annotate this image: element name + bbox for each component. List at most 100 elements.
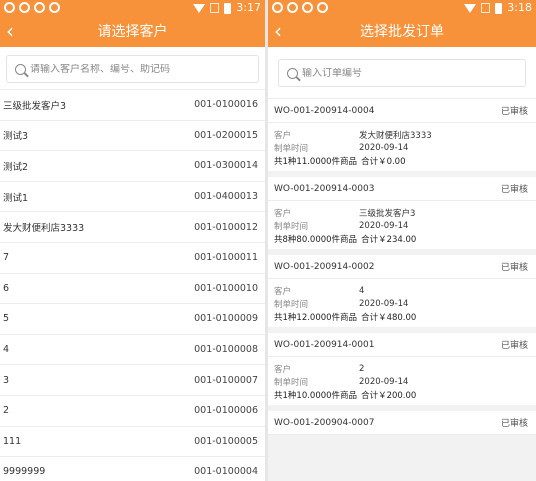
order-header: WO-001-200914-0002 已审核 [268, 255, 536, 279]
customer-code: 001-0100008 [194, 344, 258, 356]
date-label: 制单时间 [274, 143, 309, 154]
wifi-icon [193, 3, 206, 13]
order-card[interactable]: WO-001-200904-0007 已审核 [268, 411, 536, 435]
customer-list: 三级批发客户3 001-0100016 测试3 001-0200015 测试2 001-0… [0, 90, 265, 481]
order-number: WO-001-200914-0002 [274, 261, 375, 272]
order-number: WO-001-200914-0003 [274, 183, 375, 194]
order-search-input[interactable] [302, 67, 517, 79]
customer-row[interactable]: 7 001-0100011 [0, 243, 265, 274]
customer-name: 7 [3, 252, 10, 264]
order-date: 2020-09-14 [359, 142, 409, 153]
order-customer: 三级批发客户3 [359, 208, 416, 219]
order-total: 合计￥480.00 [361, 312, 417, 323]
customer-name: 5 [3, 313, 10, 325]
date-label: 制单时间 [274, 221, 309, 232]
order-date: 2020-09-14 [359, 298, 409, 309]
customer-row[interactable]: 3 001-0100007 [0, 365, 265, 396]
order-quantity: 共1种12.0000件商品 [274, 312, 358, 323]
order-card[interactable]: WO-001-200914-0001 已审核客户 2 制单时间 2020-09-14 共1… [268, 333, 536, 405]
order-total: 合计￥0.00 [361, 156, 406, 167]
app-header: ‹ 选择批发订单 [268, 17, 536, 47]
status-bar: 3:18 [268, 0, 536, 17]
order-details: 客户 三级批发客户3 制单时间 2020-09-14 共8种80.0000件商品 合计￥2… [268, 201, 536, 249]
customer-name: 测试3 [3, 131, 29, 143]
customer-row[interactable]: 三级批发客户3 001-0100016 [0, 90, 265, 121]
battery-icon [224, 2, 232, 14]
order-card[interactable]: WO-001-200914-0002 已审核 客户 4 制单时间 2020-09-14 共1… [268, 255, 536, 327]
notification-icon [272, 2, 283, 13]
customer-code: 001-0100007 [194, 374, 258, 386]
customer-row[interactable]: 测试1 001-0400013 [0, 182, 265, 213]
order-details: 客户 2 制单时间 2020-09-14 共1种10.0000件商品 合计￥200.00 [268, 357, 536, 405]
status-time: 3:18 [507, 1, 532, 14]
notification-icon [287, 2, 298, 13]
order-card[interactable]: WO-001-200914-0004 已审核 客户 发大财便利店3333 制单时间 202… [268, 99, 536, 171]
search-icon [15, 63, 26, 75]
signal-icon [481, 3, 491, 13]
order-card[interactable]: WO-001-200914-0003 已审核客户 三级批发客户3 制单时间 2020-0… [268, 177, 536, 249]
order-date: 2020-09-14 [359, 376, 409, 387]
page-title: 请选择客户 [97, 24, 168, 40]
search-icon [287, 67, 298, 79]
notification-icon [34, 2, 45, 13]
customer-row[interactable]: 4 001-0100008 [0, 335, 265, 366]
order-header: WO-001-200914-0001 已审核 [268, 333, 536, 357]
order-quantity: 共1种10.0000件商品 [274, 390, 358, 401]
customer-label: 客户 [274, 286, 292, 297]
customer-row[interactable]: 2 001-0100006 [0, 396, 265, 427]
search-box[interactable] [6, 55, 259, 83]
order-number: WO-001-200914-0004 [274, 105, 375, 116]
date-label: 制单时间 [274, 299, 309, 310]
order-number: WO-001-200904-0007 [274, 417, 375, 428]
customer-name: 发大财便利店3333 [3, 223, 85, 235]
customer-code: 001-0100011 [194, 252, 258, 264]
customer-row[interactable]: 6 001-0100010 [0, 274, 265, 305]
date-label: 制单时间 [274, 377, 309, 388]
customer-code: 001-0100004 [194, 466, 258, 478]
customer-label: 客户 [274, 208, 292, 219]
notification-icon [317, 2, 328, 13]
status-badge: 已审核 [500, 185, 528, 195]
order-details: 客户 发大财便利店3333 制单时间 2020-09-14 共1种11.0000件商品合… [268, 123, 536, 171]
customer-label: 客户 [274, 364, 292, 375]
notification-icon [302, 2, 313, 13]
order-list: WO-001-200914-0004 已审核 客户 发大财便利店3333 制单时间 202… [268, 99, 536, 435]
customer-select-screen: 3:17 ‹ 请选择客户 三级批发客户3 001-0100016 测试3 001-02… [0, 0, 265, 481]
search-bar [0, 47, 265, 90]
customer-name: 三级批发客户3 [3, 100, 67, 112]
customer-code: 001-0100010 [194, 282, 258, 294]
order-number: WO-001-200914-0001 [274, 339, 375, 350]
order-quantity: 共1种11.0000件商品 [274, 156, 358, 167]
customer-row[interactable]: 9999999 001-0100004 [0, 457, 265, 481]
status-badge: 已审核 [500, 419, 528, 429]
customer-name: 3 [3, 374, 10, 386]
customer-code: 001-0100005 [194, 435, 258, 447]
order-customer: 2 [359, 363, 365, 374]
customer-row[interactable]: 测试2 001-0300014 [0, 151, 265, 182]
customer-row[interactable]: 5 001-0100009 [0, 304, 265, 335]
customer-code: 001-0100009 [194, 313, 258, 325]
search-box[interactable] [278, 59, 526, 87]
status-badge: 已审核 [500, 263, 528, 273]
order-date: 2020-09-14 [359, 220, 409, 231]
signal-icon [210, 3, 220, 13]
customer-code: 001-0200015 [194, 129, 258, 141]
status-time: 3:17 [236, 1, 261, 14]
order-select-screen: 3:18 ‹ 选择批发订单 WO-001-200914-0004已审核客户发大财… [268, 0, 536, 481]
search-bar [268, 47, 536, 99]
customer-row[interactable]: 测试3 001-0200015 [0, 121, 265, 152]
app-header: ‹ 请选择客户 [0, 17, 265, 47]
customer-code: 001-0100006 [194, 405, 258, 417]
customer-name: 2 [3, 405, 10, 417]
customer-code: 001-0300014 [194, 160, 258, 172]
page-title: 选择批发订单 [360, 24, 444, 40]
customer-label: 客户 [274, 130, 292, 141]
customer-name: 111 [3, 435, 22, 447]
battery-icon [495, 2, 503, 14]
customer-name: 测试2 [3, 161, 29, 173]
customer-row[interactable]: 发大财便利店3333 001-0100012 [0, 212, 265, 243]
customer-row[interactable]: 111 001-0100005 [0, 427, 265, 458]
customer-code: 001-0100016 [194, 99, 258, 111]
customer-search-input[interactable] [30, 63, 249, 75]
notification-icon [49, 2, 60, 13]
